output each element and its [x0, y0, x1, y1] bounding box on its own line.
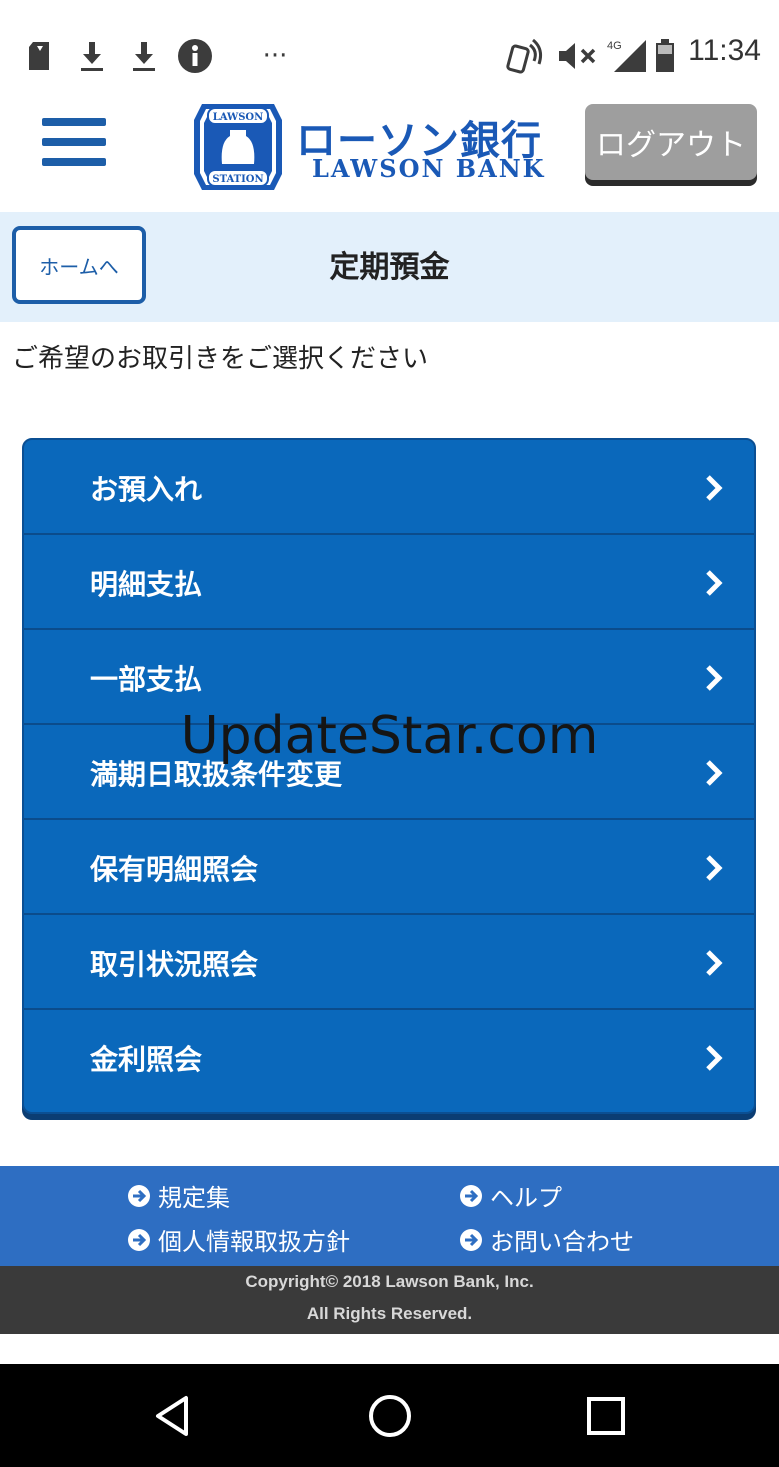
nfc-icon [506, 36, 544, 76]
clock: 11:34 [688, 34, 761, 67]
copyright-line: All Rights Reserved. [306, 1304, 473, 1323]
footer-link-label: お問い合わせ [490, 1228, 634, 1256]
menu-item-label: 保有明細照会 [90, 853, 259, 886]
title-bar: ホームへ 定期預金 [0, 212, 779, 322]
chevron-right-icon [706, 1045, 723, 1071]
menu-item-maturity-change[interactable]: 満期日取扱条件変更 [24, 725, 754, 820]
arrow-circle-icon [460, 1228, 482, 1251]
battery-icon [654, 36, 676, 76]
footer-link-privacy[interactable]: 個人情報取扱方針 [128, 1222, 350, 1257]
chevron-right-icon [706, 760, 723, 786]
menu-item-label: 満期日取扱条件変更 [90, 758, 343, 791]
more-icon: ··· [262, 41, 288, 71]
logout-button[interactable]: ログアウト [585, 104, 757, 180]
sim-icon [26, 36, 52, 76]
menu-item-deposit[interactable]: お預入れ [24, 440, 754, 535]
chevron-right-icon [706, 475, 723, 501]
copyright: Copyright© 2018 Lawson Bank, Inc. All Ri… [0, 1266, 779, 1334]
menu-item-partial-payment[interactable]: 一部支払 [24, 630, 754, 725]
chevron-right-icon [706, 570, 723, 596]
menu-item-label: 取引状況照会 [90, 948, 259, 981]
footer-link-contact[interactable]: お問い合わせ [460, 1222, 634, 1257]
arrow-circle-icon [460, 1184, 482, 1207]
download-icon [130, 36, 158, 76]
footer-link-label: ヘルプ [490, 1184, 562, 1212]
home-circle-icon[interactable] [366, 1392, 414, 1440]
menu-item-transaction-inquiry[interactable]: 取引状況照会 [24, 915, 754, 1010]
footer-link-help[interactable]: ヘルプ [460, 1178, 562, 1213]
arrow-circle-icon [128, 1228, 150, 1251]
arrow-circle-icon [128, 1184, 150, 1207]
logo-mark-top-text: LAWSON [213, 112, 264, 123]
recents-icon[interactable] [582, 1392, 630, 1440]
instruction-text: ご希望のお取引きをご選択ください [12, 344, 429, 374]
network-label: 4G [607, 40, 622, 52]
footer-link-label: 規定集 [158, 1184, 230, 1212]
back-icon[interactable] [150, 1392, 198, 1440]
menu-item-label: 金利照会 [90, 1043, 203, 1076]
system-nav-bar [0, 1364, 779, 1467]
page-title: 定期預金 [329, 250, 450, 285]
menu-item-interest-inquiry[interactable]: 金利照会 [24, 1010, 754, 1105]
chevron-right-icon [706, 855, 723, 881]
chevron-right-icon [706, 950, 723, 976]
menu-item-label: お預入れ [90, 473, 203, 506]
menu-item-label: 明細支払 [90, 568, 203, 601]
footer-links: 規定集 ヘルプ 個人情報取扱方針 お問い合わせ [0, 1166, 779, 1266]
app-header: LAWSON STATION ローソン銀行 LAWSON BANK ログアウト [0, 100, 779, 210]
mute-icon [556, 36, 598, 76]
signal-icon: 4G [606, 36, 648, 76]
menu-item-label: 一部支払 [90, 663, 203, 696]
menu-icon[interactable] [42, 118, 106, 174]
logo-mark-bottom-text: STATION [212, 174, 263, 185]
menu-item-statement-payment[interactable]: 明細支払 [24, 535, 754, 630]
copyright-line: Copyright© 2018 Lawson Bank, Inc. [245, 1272, 534, 1291]
download-icon [78, 36, 106, 76]
transaction-menu: お預入れ 明細支払 一部支払 満期日取扱条件変更 保有明細照会 取引状況照会 金… [22, 438, 756, 1114]
status-bar: ··· 4G 11:34 [0, 0, 779, 100]
logo-text-en: LAWSON BANK [312, 154, 546, 183]
footer-link-terms[interactable]: 規定集 [128, 1178, 230, 1213]
menu-item-holdings-inquiry[interactable]: 保有明細照会 [24, 820, 754, 915]
chevron-right-icon [706, 665, 723, 691]
lawson-station-logo: LAWSON STATION [194, 104, 282, 190]
info-icon [176, 36, 214, 76]
footer-link-label: 個人情報取扱方針 [158, 1228, 350, 1256]
